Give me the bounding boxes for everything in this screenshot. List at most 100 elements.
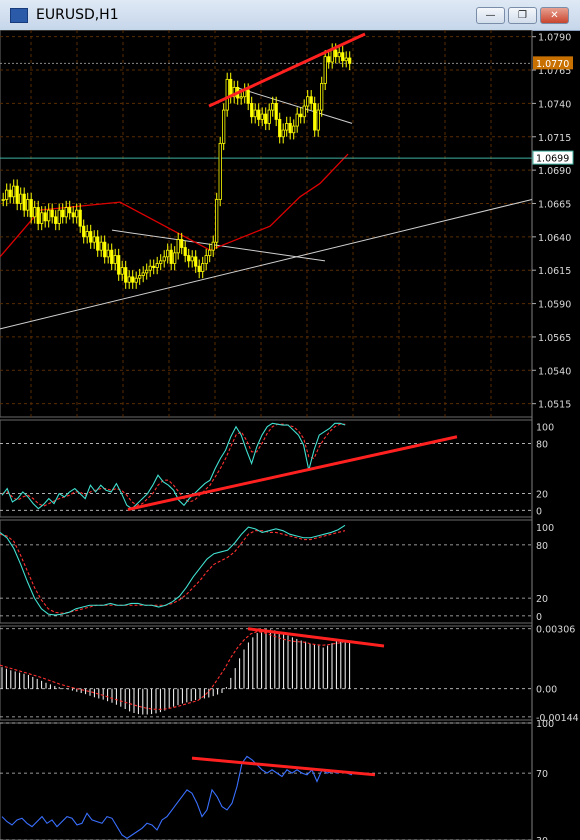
candle [89, 231, 93, 243]
candle [152, 265, 156, 268]
candle [267, 109, 271, 124]
candle [190, 256, 194, 262]
level-label: 100 [536, 523, 554, 534]
candle [22, 193, 26, 211]
candle [148, 265, 152, 271]
candle [99, 241, 103, 251]
candle [155, 263, 159, 268]
level-label: 20 [536, 594, 548, 605]
candle [113, 255, 117, 264]
candle [187, 255, 191, 262]
level-label: 100 [536, 719, 554, 730]
candle [110, 249, 114, 264]
candle [1, 199, 5, 201]
candle [285, 123, 289, 131]
candle [47, 209, 51, 222]
candle [194, 256, 198, 267]
candle [75, 209, 79, 218]
level-label: 30 [536, 836, 548, 840]
candle [344, 57, 348, 62]
candle [124, 267, 128, 283]
candle [61, 209, 65, 218]
candle [271, 102, 275, 111]
level-label: 80 [536, 439, 548, 450]
price-tick-label: 1.0665 [538, 199, 571, 210]
price-tick-label: 1.0615 [538, 266, 571, 277]
candle [334, 49, 338, 58]
candle [197, 265, 201, 272]
candle [302, 105, 306, 118]
horizontal-line-value: 1.0699 [536, 154, 569, 165]
candle [260, 113, 264, 120]
candle [15, 185, 19, 204]
candle [50, 209, 54, 218]
close-button[interactable]: ✕ [540, 7, 569, 24]
candle [103, 241, 107, 258]
candle [348, 57, 352, 64]
candle [40, 212, 44, 224]
candle [176, 239, 180, 254]
level-label: 70 [536, 769, 548, 780]
candle [106, 249, 110, 258]
candle [278, 119, 282, 138]
candle [250, 102, 254, 118]
candle [43, 212, 47, 222]
candle [222, 109, 226, 144]
level-label: 20 [536, 490, 548, 501]
candle [218, 143, 222, 200]
candle [253, 109, 257, 118]
candle [71, 212, 75, 218]
candle [169, 249, 173, 264]
price-tick-label: 1.0740 [538, 99, 571, 110]
candle [68, 207, 72, 214]
candle [239, 96, 243, 99]
candle [337, 52, 341, 58]
price-tick-label: 1.0515 [538, 400, 571, 411]
level-label: 0 [536, 506, 542, 517]
minimize-button[interactable]: — [476, 7, 505, 24]
candle [57, 209, 61, 224]
candle [131, 276, 135, 283]
panel-rsi [0, 722, 533, 840]
candle [341, 52, 345, 62]
price-tick-label: 1.0690 [538, 166, 571, 177]
candle [134, 277, 138, 283]
candle [215, 199, 219, 243]
price-tick-label: 1.0540 [538, 366, 571, 377]
chart-window-icon [10, 8, 28, 23]
price-tick-label: 1.0715 [538, 133, 571, 144]
candle [281, 129, 285, 138]
candle [292, 125, 296, 134]
candle [141, 272, 145, 276]
candle [208, 249, 212, 256]
candle [295, 113, 299, 127]
candle [180, 239, 184, 248]
candle [204, 255, 208, 264]
price-tick-label: 1.0590 [538, 300, 571, 311]
price-tick-label: 1.0790 [538, 33, 571, 44]
chart-area[interactable]: 1.07901.07651.07401.07151.06901.06651.06… [0, 30, 580, 840]
window-title: EURUSD,H1 [36, 7, 119, 23]
candle [145, 269, 149, 274]
candle [166, 249, 170, 258]
candle [78, 209, 82, 227]
current-price-value: 1.0770 [536, 59, 569, 70]
level-label: 0.00306 [536, 625, 575, 636]
level-label: 80 [536, 541, 548, 552]
candle [120, 267, 124, 275]
price-tick-label: 1.0565 [538, 333, 571, 344]
candle [225, 78, 229, 111]
candle [33, 207, 37, 218]
candle [323, 56, 327, 84]
candle [117, 255, 121, 275]
candle [313, 102, 317, 131]
level-label: 0.00 [536, 685, 557, 696]
candle [246, 89, 250, 104]
candle [82, 225, 86, 238]
candle [211, 241, 215, 251]
candle [306, 96, 310, 107]
candle [12, 185, 16, 198]
restore-button[interactable]: ❐ [508, 7, 537, 24]
candle [173, 252, 177, 264]
candle [162, 256, 166, 262]
